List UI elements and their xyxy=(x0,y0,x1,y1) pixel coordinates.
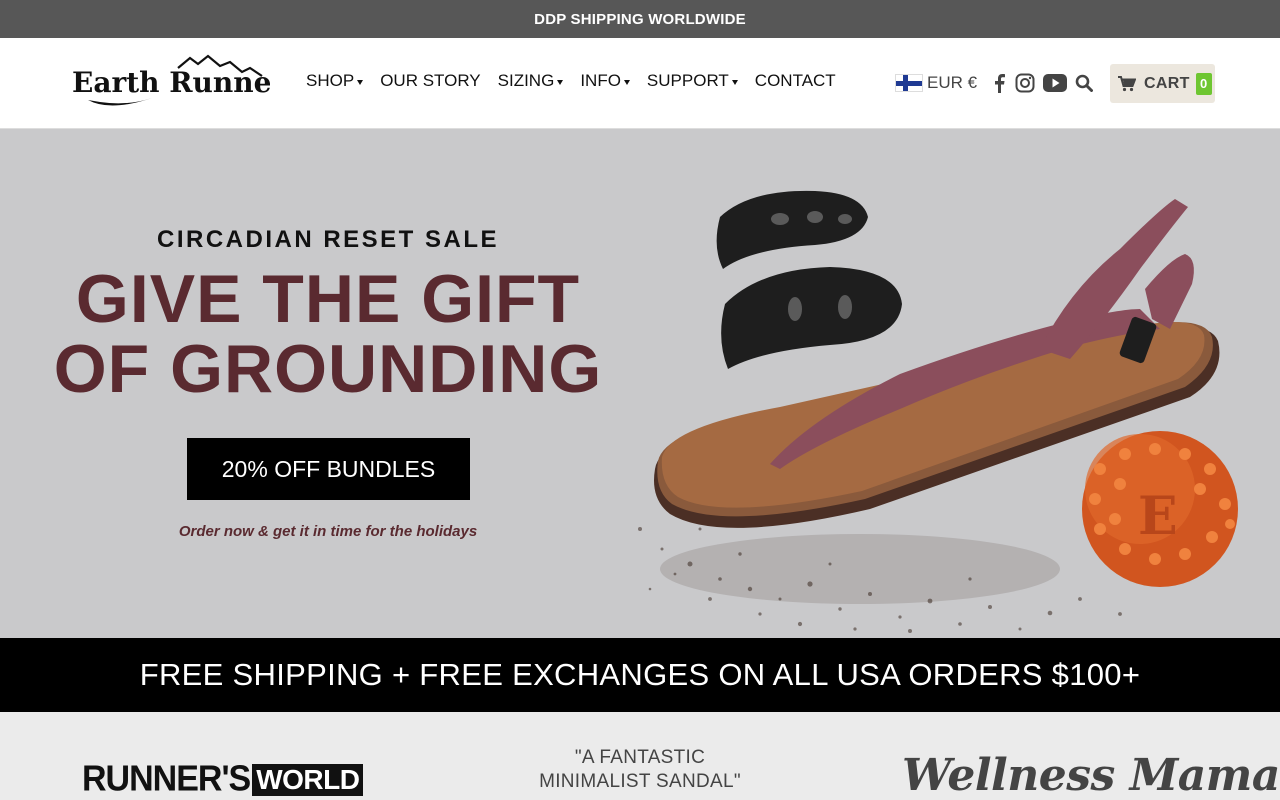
nav-contact-label: CONTACT xyxy=(754,71,836,90)
instagram-icon[interactable] xyxy=(1014,71,1036,95)
hero-banner: CIRCADIAN RESET SALE GIVE THE GIFT OF GR… xyxy=(0,129,1280,638)
chevron-down-icon xyxy=(623,79,630,85)
massage-ball: E xyxy=(1082,431,1238,587)
cart-button[interactable]: CART 0 xyxy=(1110,64,1215,103)
youtube-icon[interactable] xyxy=(1042,71,1068,95)
site-header: Earth Runners SHOP OUR STORY SIZING INFO… xyxy=(0,38,1280,129)
shipping-banner-text: FREE SHIPPING + FREE EXCHANGES ON ALL US… xyxy=(139,657,1141,692)
chevron-down-icon xyxy=(357,79,364,85)
shopping-cart-icon xyxy=(1118,75,1136,91)
chevron-down-icon xyxy=(557,79,564,85)
sandal-product-image: E xyxy=(638,190,1238,633)
runners-world-logo-a: RUNNER'S xyxy=(82,759,251,799)
cart-label: CART xyxy=(1144,74,1190,92)
currency-label: EUR € xyxy=(927,73,978,92)
finland-flag-icon xyxy=(895,74,923,92)
hero-subnote: Order now & get it in time for the holid… xyxy=(178,523,478,540)
press-quote-line2: MINIMALIST SANDAL" xyxy=(539,771,741,792)
hero-headline: GIVE THE GIFT OF GROUNDING xyxy=(0,264,656,404)
hero-headline-line2: OF GROUNDING xyxy=(53,331,603,407)
announcement-bar: DDP SHIPPING WORLDWIDE xyxy=(0,0,1280,38)
logo-wordmark: Earth Runners xyxy=(72,66,270,99)
nav-support[interactable]: SUPPORT xyxy=(647,71,738,91)
hero-cta-button[interactable]: 20% OFF BUNDLES xyxy=(187,438,470,500)
nav-info[interactable]: INFO xyxy=(580,71,630,91)
runners-world-logo: RUNNER'S WORLD xyxy=(82,759,364,799)
cart-count-badge: 0 xyxy=(1195,72,1212,95)
nav-our-story-label: OUR STORY xyxy=(380,71,481,90)
main-nav: SHOP OUR STORY SIZING INFO SUPPORT CONTA… xyxy=(306,71,853,91)
currency-selector[interactable]: EUR € xyxy=(895,73,977,93)
nav-our-story[interactable]: OUR STORY xyxy=(380,71,480,91)
facebook-icon[interactable] xyxy=(990,71,1008,95)
nav-support-label: SUPPORT xyxy=(646,71,729,90)
nav-shop[interactable]: SHOP xyxy=(306,71,364,91)
hero-cta-label: 20% OFF BUNDLES xyxy=(221,455,436,482)
announcement-text: DDP SHIPPING WORLDWIDE xyxy=(534,10,746,28)
svg-text:E: E xyxy=(1138,486,1178,547)
nav-info-label: INFO xyxy=(580,71,621,90)
nav-shop-label: SHOP xyxy=(306,71,355,90)
search-icon[interactable] xyxy=(1074,71,1094,95)
hero-headline-line1: GIVE THE GIFT xyxy=(75,261,581,337)
nav-sizing[interactable]: SIZING xyxy=(498,71,564,91)
press-quote: "A FANTASTIC MINIMALIST SANDAL" xyxy=(480,746,800,794)
hero-eyebrow: CIRCADIAN RESET SALE xyxy=(156,226,500,253)
press-section: RUNNER'S WORLD "A FANTASTIC MINIMALIST S… xyxy=(0,712,1280,800)
shipping-banner: FREE SHIPPING + FREE EXCHANGES ON ALL US… xyxy=(0,638,1280,712)
earth-runners-logo[interactable]: Earth Runners xyxy=(70,54,270,112)
nav-contact[interactable]: CONTACT xyxy=(755,71,836,91)
runners-world-logo-b: WORLD xyxy=(252,763,364,796)
wellness-mama-logo: Wellness Mama xyxy=(902,750,1280,800)
nav-sizing-label: SIZING xyxy=(497,71,555,90)
chevron-down-icon xyxy=(731,79,738,85)
press-quote-line1: "A FANTASTIC xyxy=(574,747,706,768)
